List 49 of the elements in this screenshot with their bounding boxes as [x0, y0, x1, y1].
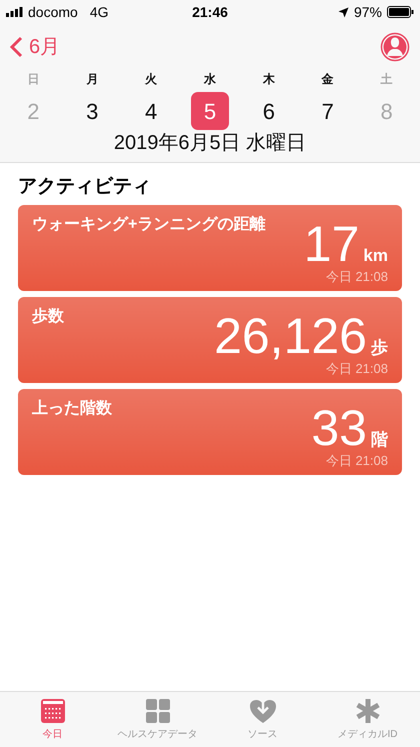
activity-card[interactable]: ウォーキング+ランニングの距離 17 km 今日 21:08 [18, 205, 402, 291]
metric-unit: km [363, 247, 388, 264]
weekday-label: 土 [380, 71, 393, 88]
status-time: 21:46 [192, 2, 228, 22]
metric-unit: 階 [371, 431, 388, 448]
back-button[interactable]: 6月 [10, 32, 60, 62]
record-time: 今日 21:08 [326, 361, 388, 377]
tab-bar-item[interactable]: 今日 [0, 692, 105, 747]
card-title: 歩数 [32, 306, 64, 327]
carrier-name: docomo [28, 2, 78, 22]
date-button[interactable]: 5 [190, 92, 229, 130]
date-button[interactable]: 4 [132, 92, 170, 130]
date-button[interactable]: 6 [250, 92, 288, 130]
weekday-label: 水 [204, 71, 216, 88]
metric-value: 33 [311, 403, 367, 453]
chevron-left-icon [10, 36, 23, 58]
tab-bar-item[interactable]: メディカルID [315, 692, 420, 747]
record-time: 今日 21:08 [326, 453, 388, 469]
profile-avatar-icon[interactable] [380, 32, 410, 62]
weekday-label: 木 [262, 71, 275, 88]
weekday-label: 日 [27, 71, 40, 88]
card-title: ウォーキング+ランニングの距離 [32, 214, 266, 235]
date-button[interactable]: 8 [368, 92, 406, 130]
tab-bar-item[interactable]: ヘルスケアデータ [105, 692, 210, 747]
record-time: 今日 21:08 [326, 269, 388, 285]
location-arrow-icon [338, 6, 349, 18]
battery-percent: 97% [354, 2, 382, 22]
tab-bar-item[interactable]: ソース [210, 692, 315, 747]
activity-card[interactable]: 上った階数 33 階 今日 21:08 [18, 389, 402, 475]
metric-value: 26,126 [214, 311, 367, 361]
date-button[interactable]: 7 [308, 92, 347, 130]
calendar-icon [40, 698, 66, 724]
heart-arrow-icon [248, 698, 276, 724]
grid-icon [144, 698, 170, 724]
section-title: アクティビティ [18, 175, 152, 199]
network-type: 4G [90, 2, 108, 22]
date-button[interactable]: 3 [73, 92, 112, 130]
metric-unit: 歩 [371, 339, 388, 356]
asterisk-icon [354, 698, 380, 724]
activity-card[interactable]: 歩数 26,126 歩 今日 21:08 [18, 297, 402, 383]
selected-date: 2019年6月5日 水曜日 [114, 131, 306, 156]
metric-value: 17 [304, 219, 360, 269]
date-button[interactable]: 2 [14, 92, 52, 130]
signal-icon [6, 7, 24, 17]
battery-icon [387, 6, 414, 18]
weekday-label: 月 [86, 71, 98, 88]
card-title: 上った階数 [32, 398, 112, 419]
weekday-label: 火 [145, 71, 158, 88]
weekday-label: 金 [322, 71, 334, 88]
